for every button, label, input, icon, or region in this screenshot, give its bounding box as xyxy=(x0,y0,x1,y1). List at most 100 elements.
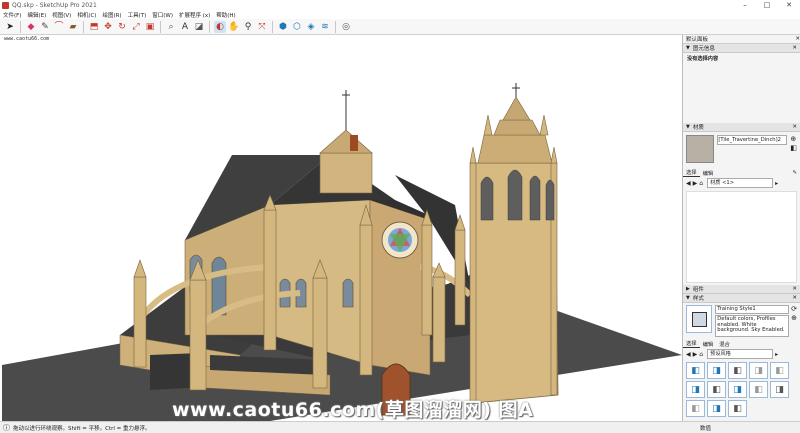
close-icon[interactable]: ✕ xyxy=(778,1,800,9)
menu-extensions[interactable]: 扩展程序 (x) xyxy=(179,11,210,19)
zoom-icon[interactable]: ⚲ xyxy=(242,21,254,33)
tape-measure-icon[interactable]: ⌕ xyxy=(165,21,177,33)
rotate-icon[interactable]: ↻ xyxy=(116,21,128,33)
3d-warehouse-icon[interactable]: ⬢ xyxy=(277,21,289,33)
menu-tools[interactable]: 工具(T) xyxy=(128,11,147,19)
eraser-icon[interactable]: ◆ xyxy=(25,21,37,33)
materials-header[interactable]: ▼ 材质 ✕ xyxy=(683,123,800,132)
tab-materials-edit[interactable]: 编辑 xyxy=(700,169,717,177)
menu-edit[interactable]: 编辑(E) xyxy=(27,11,46,19)
styles-header[interactable]: ▼ 样式 ✕ xyxy=(683,294,800,303)
extension-manager-icon[interactable]: ≋ xyxy=(319,21,331,33)
panel-close-icon[interactable]: ✕ xyxy=(792,124,797,130)
title-bar: QQ.skp - SketchUp Pro 2021 – □ ✕ xyxy=(0,0,800,10)
material-name-field[interactable]: [Tile_Travertine_Dinch]2 xyxy=(717,135,788,145)
sketchup-logo-icon xyxy=(2,1,9,9)
tray-close-icon[interactable]: ✕ xyxy=(795,36,800,42)
style-collection-dropdown[interactable]: 预设风格 xyxy=(707,349,774,359)
style-thumb[interactable]: ◨ xyxy=(686,381,705,398)
details-icon[interactable]: ▸ xyxy=(775,351,778,358)
back-icon[interactable]: ◀ xyxy=(686,180,691,187)
materials-list xyxy=(686,191,797,283)
select-arrow-icon[interactable]: ➤ xyxy=(4,21,16,33)
style-name-field[interactable]: Training Style1 xyxy=(715,305,790,314)
material-swatch[interactable] xyxy=(686,135,715,163)
account-icon[interactable]: ◎ xyxy=(340,21,352,33)
maximize-icon[interactable]: □ xyxy=(756,1,778,9)
scale-icon[interactable]: ⤢ xyxy=(130,21,142,33)
layout-icon[interactable]: ◈ xyxy=(305,21,317,33)
menu-help[interactable]: 帮助(H) xyxy=(216,11,235,19)
url-label: www.caotu66.com xyxy=(4,36,50,42)
pan-icon[interactable]: ✋ xyxy=(228,21,240,33)
menu-view[interactable]: 视图(V) xyxy=(52,11,71,19)
home-icon[interactable]: ⌂ xyxy=(699,180,703,187)
details-icon[interactable]: ▸ xyxy=(775,180,778,187)
style-thumb[interactable]: ◨ xyxy=(707,362,726,379)
material-library-dropdown[interactable]: 材质 <1> xyxy=(707,178,774,188)
materials-body: [Tile_Travertine_Dinch]2 ⊕ ◧ xyxy=(683,132,800,166)
collapse-triangle-icon: ▼ xyxy=(686,45,690,51)
paint-bucket-icon[interactable]: ◪ xyxy=(193,21,205,33)
styles-body: Training Style1 Default colors, Profiles… xyxy=(683,303,800,339)
style-thumb[interactable]: ◧ xyxy=(686,362,705,379)
components-title: 组件 xyxy=(692,287,704,293)
style-cube-icon xyxy=(691,311,707,327)
watermark: www.caotu66.com(草图溜溜网) 图A xyxy=(172,399,534,421)
menu-camera[interactable]: 相机(C) xyxy=(77,11,96,19)
style-thumb[interactable]: ◧ xyxy=(770,362,789,379)
style-thumb[interactable]: ◨ xyxy=(770,381,789,398)
style-thumb[interactable]: ◧ xyxy=(728,362,747,379)
pencil-icon[interactable]: ✎ xyxy=(39,21,51,33)
move-icon[interactable]: ✥ xyxy=(102,21,114,33)
panel-close-icon[interactable]: ✕ xyxy=(792,286,797,292)
style-thumb[interactable]: ◧ xyxy=(707,381,726,398)
tab-styles-mix[interactable]: 混合 xyxy=(716,340,733,348)
style-thumb[interactable]: ◨ xyxy=(707,400,726,417)
style-thumbnail[interactable] xyxy=(686,305,713,333)
forward-icon[interactable]: ▶ xyxy=(693,180,698,187)
style-description[interactable]: Default colors, Profiles enabled. White … xyxy=(715,315,790,337)
menu-window[interactable]: 窗口(W) xyxy=(152,11,173,19)
material-cube-icon[interactable]: ◧ xyxy=(790,144,797,153)
style-thumb[interactable]: ◨ xyxy=(749,362,768,379)
menu-file[interactable]: 文件(F) xyxy=(3,11,21,19)
entity-info-header[interactable]: ▼ 图元信息 ✕ xyxy=(683,44,800,53)
style-thumb[interactable]: ◧ xyxy=(749,381,768,398)
entity-info-body: 没有选择内容 xyxy=(683,53,800,123)
panel-close-icon[interactable]: ✕ xyxy=(792,45,797,51)
arc-icon[interactable]: ⌒ xyxy=(53,21,65,33)
update-style-icon[interactable]: ⟳ xyxy=(791,305,797,314)
style-thumb[interactable]: ◧ xyxy=(686,400,705,417)
zoom-extents-icon[interactable]: ⤧ xyxy=(256,21,268,33)
style-thumb[interactable]: ◧ xyxy=(728,400,747,417)
entity-info-content: 没有选择内容 xyxy=(687,56,719,62)
styles-tabs: 选择 编辑 混合 xyxy=(683,339,800,348)
menu-draw[interactable]: 绘图(R) xyxy=(102,11,121,19)
rectangle-icon[interactable]: ▰ xyxy=(67,21,79,33)
tab-styles-select[interactable]: 选择 xyxy=(683,339,700,348)
home-icon[interactable]: ⌂ xyxy=(699,351,703,358)
text-icon[interactable]: A xyxy=(179,21,191,33)
forward-icon[interactable]: ▶ xyxy=(693,351,698,358)
create-material-icon[interactable]: ⊕ xyxy=(790,135,797,144)
orbit-icon[interactable]: ◐ xyxy=(214,20,226,33)
materials-title: 材质 xyxy=(692,125,704,131)
styles-title: 样式 xyxy=(692,296,704,302)
create-style-icon[interactable]: ⊕ xyxy=(791,314,797,323)
push-pull-icon[interactable]: ⬒ xyxy=(88,21,100,33)
tab-materials-select[interactable]: 选择 xyxy=(683,168,700,177)
church-model-drawing xyxy=(2,83,682,421)
minimize-icon[interactable]: – xyxy=(734,1,756,9)
model-viewport[interactable]: www.caotu66.com www.caotu66.com(草图溜溜网) 图… xyxy=(0,35,683,421)
back-icon[interactable]: ◀ xyxy=(686,351,691,358)
entity-info-title: 图元信息 xyxy=(692,46,715,52)
info-icon[interactable]: ⓘ xyxy=(3,423,10,433)
style-thumb[interactable]: ◨ xyxy=(728,381,747,398)
extension-warehouse-icon[interactable]: ⬡ xyxy=(291,21,303,33)
components-header[interactable]: ▶ 组件 ✕ xyxy=(683,285,800,294)
panel-close-icon[interactable]: ✕ xyxy=(792,295,797,301)
eyedropper-icon[interactable]: ✎ xyxy=(790,170,800,176)
offset-icon[interactable]: ▣ xyxy=(144,21,156,33)
tab-styles-edit[interactable]: 编辑 xyxy=(700,340,717,348)
